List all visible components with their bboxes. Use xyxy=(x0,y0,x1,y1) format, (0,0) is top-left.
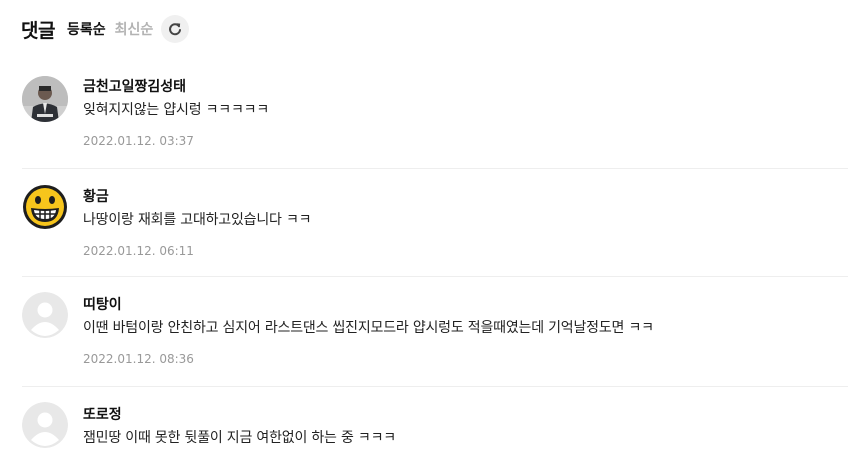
comment-date: 2022.01.12. 06:11 xyxy=(83,244,194,258)
comment-section: 댓글 등록순 최신순 금천고일짱김성태 잊혀지지않는 얍시렁 ㅋㅋㅋㅋㅋ 202… xyxy=(0,0,849,452)
comment-author[interactable]: 황금 xyxy=(83,187,848,207)
comment-text: 이땐 바텀이랑 안친하고 심지어 라스트댄스 씹진지모드라 얍시렁도 적을때였는… xyxy=(83,320,654,336)
avatar[interactable] xyxy=(22,292,68,338)
comment-author[interactable]: 또로정 xyxy=(83,405,848,425)
comment-title: 댓글 xyxy=(21,19,55,42)
comment-item: 황금 나땅이랑 재회를 고대하고있습니다 ㅋㅋ 2022.01.12. 06:1… xyxy=(22,184,848,277)
refresh-button[interactable] xyxy=(161,15,190,43)
comment-text: 나땅이랑 재회를 고대하고있습니다 ㅋㅋ xyxy=(83,212,312,228)
comment-author[interactable]: 금천고일짱김성태 xyxy=(83,77,848,97)
comment-text: 잼민땅 이때 못한 뒷풀이 지금 여한없이 하는 중 ㅋㅋㅋ xyxy=(83,430,396,446)
refresh-icon xyxy=(169,23,182,36)
comment-item: 띠탕이 이땐 바텀이랑 안친하고 심지어 라스트댄스 씹진지모드라 얍시렁도 적… xyxy=(22,292,848,387)
comment-text: 잊혀지지않는 얍시렁 ㅋㅋㅋㅋㅋ xyxy=(83,102,270,118)
grinning-emoji-icon xyxy=(23,185,67,229)
default-avatar-icon xyxy=(22,402,68,448)
comment-author[interactable]: 띠탕이 xyxy=(83,295,848,315)
comment-item: 또로정 잼민땅 이때 못한 뒷풀이 지금 여한없이 하는 중 ㅋㅋㅋ xyxy=(22,402,848,452)
avatar[interactable] xyxy=(22,402,68,448)
photo-avatar-icon xyxy=(22,76,68,122)
avatar[interactable] xyxy=(22,184,68,230)
comment-date: 2022.01.12. 03:37 xyxy=(83,134,194,148)
comment-header: 댓글 등록순 최신순 xyxy=(21,14,190,44)
comment-date: 2022.01.12. 08:36 xyxy=(83,352,194,366)
comment-item: 금천고일짱김성태 잊혀지지않는 얍시렁 ㅋㅋㅋㅋㅋ 2022.01.12. 03… xyxy=(22,76,848,169)
sort-registered-button[interactable]: 등록순 xyxy=(67,19,106,39)
avatar[interactable] xyxy=(22,76,68,122)
sort-latest-button[interactable]: 최신순 xyxy=(115,19,154,39)
default-avatar-icon xyxy=(22,292,68,338)
